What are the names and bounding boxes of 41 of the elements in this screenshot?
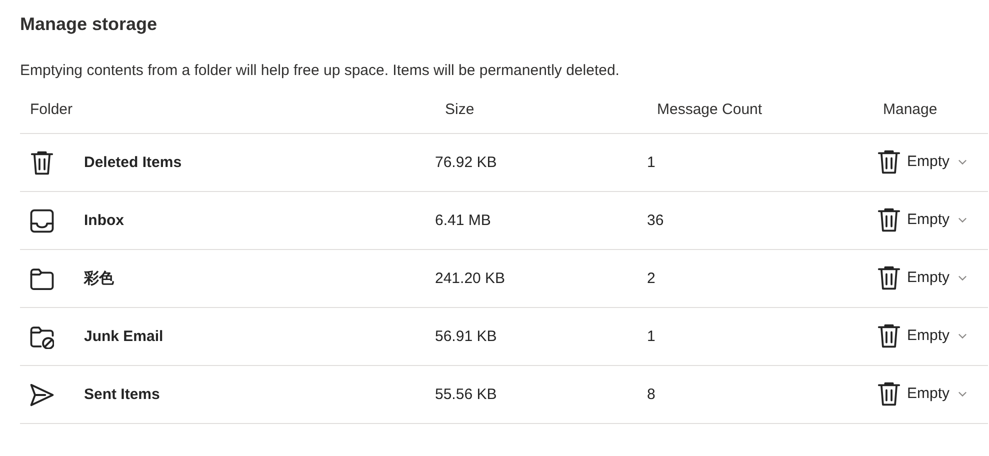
size-cell-text: 56.91 KB <box>435 328 498 345</box>
empty-button[interactable]: Empty <box>875 322 969 350</box>
count-cell-text: 2 <box>647 270 656 287</box>
folder-name: Sent Items <box>84 386 160 403</box>
caret-icon <box>958 332 967 338</box>
caret-icon <box>958 274 967 280</box>
page-title: Manage storage <box>20 13 158 36</box>
caret-icon <box>958 390 967 396</box>
column-header: Message Count <box>656 101 764 118</box>
size-cell-text: 241.20 KB <box>435 270 506 287</box>
folder-name: Deleted Items <box>84 154 182 171</box>
empty-button[interactable]: Empty <box>875 206 969 234</box>
count-cell-text: 36 <box>647 212 665 229</box>
size-cell-text: 6.41 MB <box>435 212 492 229</box>
count-cell-text: 1 <box>647 154 656 171</box>
caret-icon <box>958 158 967 164</box>
inbox-icon <box>30 208 54 232</box>
folder-name: Inbox <box>84 212 124 229</box>
folder-icon <box>30 266 54 290</box>
caret-icon <box>958 216 967 222</box>
trash-icon <box>877 150 901 174</box>
trash-icon <box>877 266 901 290</box>
send-icon <box>30 382 54 406</box>
trash-icon <box>877 208 901 232</box>
count-cell-text: 8 <box>647 386 656 403</box>
trash-icon <box>877 382 901 406</box>
trash-icon <box>30 150 54 174</box>
trash-icon <box>877 324 901 348</box>
empty-button[interactable]: Empty <box>875 148 969 176</box>
empty-button[interactable]: Empty <box>875 380 969 408</box>
size-cell-text: 76.92 KB <box>435 154 498 171</box>
empty-button[interactable]: Empty <box>875 264 969 292</box>
column-header: Manage <box>882 101 938 118</box>
column-header: Folder <box>29 101 74 118</box>
description-text: Emptying contents from a folder will help free up space. Items will be permanently deleted. <box>20 61 620 81</box>
folder-name: Junk Email <box>84 328 164 345</box>
count-cell-text: 1 <box>647 328 656 345</box>
column-header: Size <box>444 101 476 118</box>
size-cell-text: 55.56 KB <box>435 386 498 403</box>
folder-block-icon <box>30 324 54 348</box>
folder-name: 彩色 <box>84 269 114 288</box>
